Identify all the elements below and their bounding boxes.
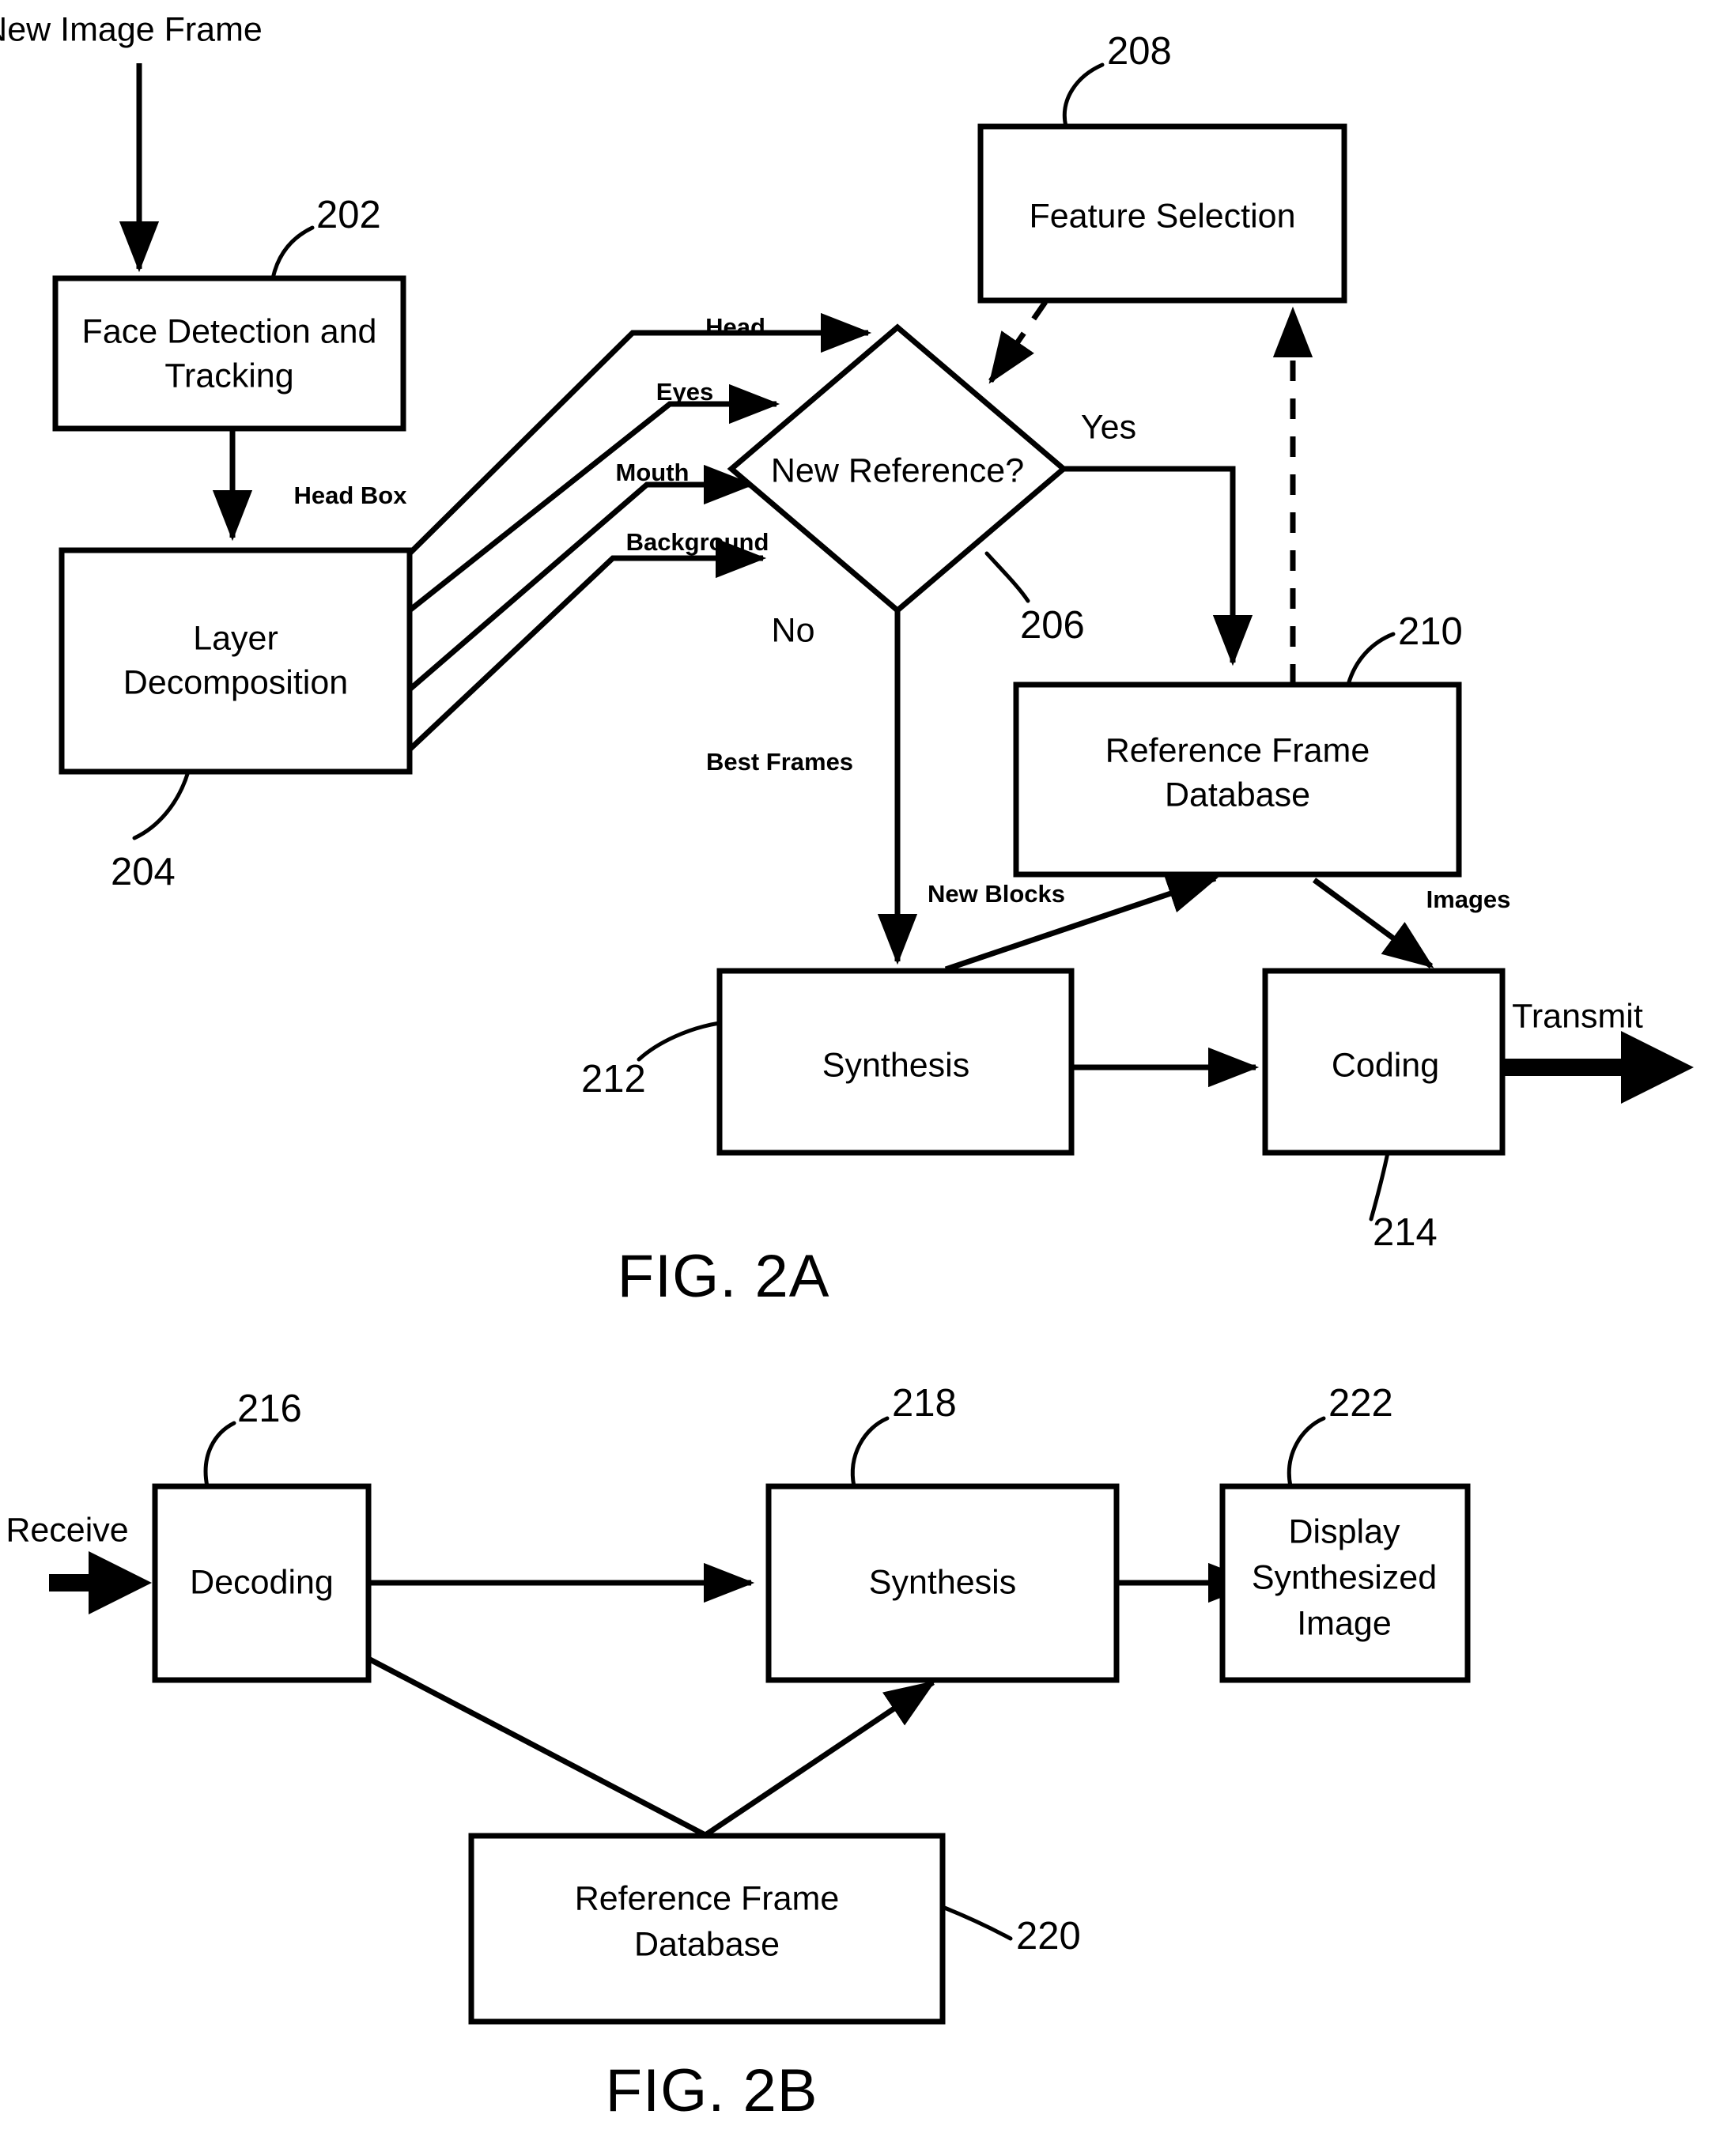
edge-label-head-box: Head Box xyxy=(294,481,408,509)
leader-line-216 xyxy=(203,1421,236,1489)
block-210-label-line1: Reference Frame xyxy=(1105,731,1370,769)
reference-numeral-204: 204 xyxy=(111,851,176,893)
block-222-label-line3: Image xyxy=(1297,1604,1392,1642)
block-222-label-line1: Display xyxy=(1289,1512,1400,1550)
block-216-label-line1: Decoding xyxy=(190,1563,334,1601)
edge-label-mouth: Mouth xyxy=(616,459,690,486)
leader-line-222 xyxy=(1287,1416,1326,1489)
receive-arrowhead-icon xyxy=(89,1551,152,1614)
leader-line-220 xyxy=(940,1905,1013,1941)
block-218-label-line1: Synthesis xyxy=(869,1563,1016,1601)
block-212-label-line1: Synthesis xyxy=(822,1046,969,1084)
decision-yes-label: Yes xyxy=(1081,408,1136,446)
edge-label-best-frames: Best Frames xyxy=(706,748,853,776)
fig2a-input-label: New Image Frame xyxy=(0,10,263,48)
block-208-label-line1: Feature Selection xyxy=(1029,197,1295,235)
leader-line-214 xyxy=(1369,1150,1390,1221)
block-220-label-line2: Database xyxy=(634,1925,780,1963)
block-202-label-line2: Tracking xyxy=(164,357,293,395)
block-204-label-line1: Layer xyxy=(193,619,278,657)
patent-figure-page: New Image Frame Face Detection and Track… xyxy=(0,0,1723,2156)
block-layer-decomposition xyxy=(59,547,413,775)
figure-2b-caption: FIG. 2B xyxy=(606,2057,818,2124)
leader-line-208 xyxy=(1062,62,1105,129)
reference-numeral-210: 210 xyxy=(1398,610,1463,653)
leader-line-212 xyxy=(637,1021,722,1062)
figure-2a-caption: FIG. 2A xyxy=(618,1243,830,1310)
transmit-arrowhead-icon xyxy=(1621,1031,1694,1104)
block-face-detection-and-tracking xyxy=(52,275,406,432)
decision-206-label: New Reference? xyxy=(771,451,1024,489)
edge-background xyxy=(407,538,767,752)
edge-decoding-to-refdb xyxy=(367,1656,707,1838)
edge-label-new-blocks: New Blocks xyxy=(928,880,1065,908)
edge-images xyxy=(1312,878,1434,969)
fig2b-input-label: Receive xyxy=(6,1511,128,1549)
block-222-label-line2: Synthesized xyxy=(1252,1558,1437,1596)
reference-numeral-216: 216 xyxy=(237,1388,302,1430)
block-202-label-line1: Face Detection and xyxy=(82,312,377,350)
reference-numeral-212: 212 xyxy=(581,1058,646,1101)
reference-numeral-220: 220 xyxy=(1016,1915,1081,1958)
reference-numeral-222: 222 xyxy=(1328,1382,1393,1425)
reference-numeral-206: 206 xyxy=(1020,604,1085,647)
leader-line-206 xyxy=(984,551,1030,603)
block-204-label-line2: Decomposition xyxy=(123,663,348,701)
reference-numeral-208: 208 xyxy=(1107,30,1172,73)
edge-label-background: Background xyxy=(626,528,769,556)
block-220-label-line1: Reference Frame xyxy=(575,1879,840,1917)
block-214-label-line1: Coding xyxy=(1332,1046,1439,1084)
reference-numeral-214: 214 xyxy=(1373,1211,1438,1254)
edge-feature-selection-to-decision xyxy=(988,300,1048,384)
edge-label-images: Images xyxy=(1426,885,1511,913)
patent-diagram-canvas: New Image Frame Face Detection and Track… xyxy=(0,10,1694,2124)
leader-line-218 xyxy=(850,1416,890,1489)
leader-line-210 xyxy=(1346,632,1396,687)
edge-label-eyes: Eyes xyxy=(656,378,713,406)
block-210-label-line2: Database xyxy=(1165,776,1310,814)
reference-numeral-218: 218 xyxy=(892,1382,957,1425)
edge-yes-to-reference-frame-database xyxy=(1064,466,1253,666)
leader-line-204 xyxy=(132,769,191,840)
decision-no-label: No xyxy=(772,611,815,649)
reference-numeral-202: 202 xyxy=(316,194,381,236)
edge-refdb-to-synthesis xyxy=(704,1680,936,1837)
leader-line-202 xyxy=(270,225,315,281)
edge-label-head: Head xyxy=(705,313,765,341)
fig2a-output-label: Transmit xyxy=(1512,997,1643,1035)
